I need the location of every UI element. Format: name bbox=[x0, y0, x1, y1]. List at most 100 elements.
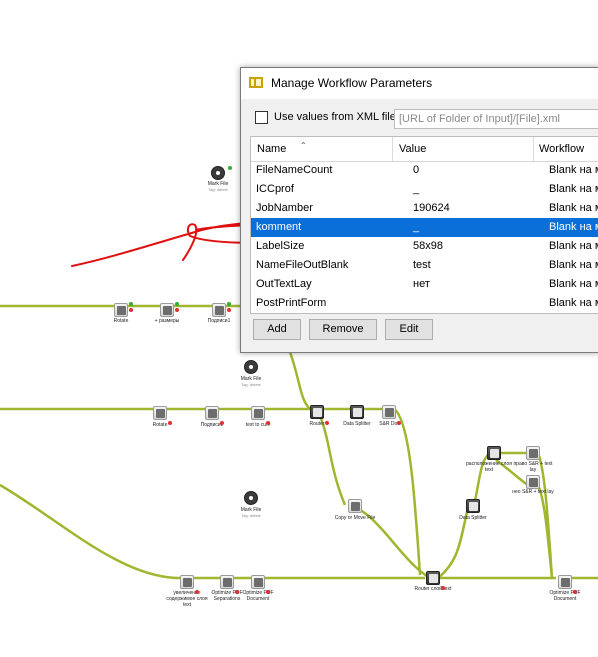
mark-file-node[interactable] bbox=[244, 491, 258, 505]
razmery-node[interactable] bbox=[160, 303, 174, 317]
param-name: JobNamber bbox=[256, 202, 313, 214]
use-xml-checkbox[interactable] bbox=[255, 111, 268, 124]
param-value: 0 bbox=[413, 164, 420, 176]
param-name: FileNameCount bbox=[256, 164, 333, 176]
error-port bbox=[129, 308, 133, 312]
node-label: право S&R + text lay bbox=[513, 461, 553, 473]
podpisi1-node[interactable] bbox=[212, 303, 226, 317]
table-row-selected[interactable]: komment _ Blank на м bbox=[251, 218, 598, 237]
ok-port bbox=[129, 302, 133, 306]
splitter-icon bbox=[469, 502, 478, 511]
param-workflow: Blank на м bbox=[549, 164, 598, 176]
action-icon bbox=[385, 408, 394, 417]
param-value: _ bbox=[413, 183, 420, 195]
param-workflow: Blank на м bbox=[549, 240, 598, 252]
manage-workflow-parameters-dialog: Manage Workflow Parameters Use values fr… bbox=[240, 67, 598, 353]
xml-row: Use values from XML file [URL of Folder … bbox=[255, 109, 598, 129]
splitter-icon bbox=[353, 408, 362, 417]
table-row[interactable]: NameFileOutBlank test Blank на м bbox=[251, 256, 598, 275]
error-port bbox=[175, 308, 179, 312]
data-splitter-node[interactable] bbox=[350, 405, 364, 419]
param-value: 190624 bbox=[413, 202, 450, 214]
param-workflow: Blank на м bbox=[549, 221, 598, 233]
param-workflow: Blank на м bbox=[549, 183, 598, 195]
copy-icon bbox=[351, 502, 360, 511]
node-label: text to curv bbox=[245, 422, 271, 428]
add-button[interactable]: Add bbox=[253, 319, 301, 340]
pravo-sr-node[interactable] bbox=[526, 446, 540, 460]
delete-layer-node[interactable] bbox=[180, 575, 194, 589]
ok-port bbox=[228, 166, 232, 170]
mark-file-node[interactable] bbox=[244, 360, 258, 374]
error-port bbox=[397, 421, 401, 425]
neo-sr-node[interactable] bbox=[526, 475, 540, 489]
router-icon bbox=[429, 574, 438, 583]
column-header-workflow[interactable]: Workflow bbox=[539, 143, 584, 155]
action-icon bbox=[254, 409, 263, 418]
error-port bbox=[573, 590, 577, 594]
optimize-document-node[interactable] bbox=[558, 575, 572, 589]
param-name: ICCprof bbox=[256, 183, 294, 195]
error-port bbox=[325, 421, 329, 425]
table-row[interactable]: LabelSize 58x98 Blank на м bbox=[251, 237, 598, 256]
table-row[interactable]: JobNamber 190624 Blank на м bbox=[251, 199, 598, 218]
dialog-title: Manage Workflow Parameters bbox=[271, 76, 433, 90]
node-label: Rotate bbox=[113, 318, 129, 324]
node-label: S&R Dot bbox=[379, 421, 399, 427]
xml-path-field[interactable]: [URL of Folder of Input]/[File].xml bbox=[394, 109, 598, 129]
rotate-node[interactable] bbox=[114, 303, 128, 317]
text-to-curv-node[interactable] bbox=[251, 406, 265, 420]
param-name: NameFileOutBlank bbox=[256, 259, 349, 271]
node-label: Data Splitter bbox=[459, 515, 487, 521]
sort-ascending-icon: ⌃ bbox=[300, 141, 307, 150]
node-sublabel: Tag: delete bbox=[208, 187, 228, 192]
optimize-document-node[interactable] bbox=[251, 575, 265, 589]
optimize-separations-node[interactable] bbox=[220, 575, 234, 589]
error-port bbox=[235, 590, 239, 594]
param-name: PostPrintForm bbox=[256, 297, 327, 309]
sr-dot-node[interactable] bbox=[382, 405, 396, 419]
data-splitter-node[interactable] bbox=[466, 499, 480, 513]
podpisi2-node[interactable] bbox=[205, 406, 219, 420]
remove-button[interactable]: Remove bbox=[309, 319, 377, 340]
param-value: нет bbox=[413, 278, 430, 290]
table-row[interactable]: FileNameCount 0 Blank на м bbox=[251, 161, 598, 180]
node-label: Optimize PDF Document bbox=[549, 590, 581, 602]
ok-port bbox=[227, 302, 231, 306]
router-node[interactable] bbox=[310, 405, 324, 419]
param-value: _ bbox=[413, 221, 420, 233]
node-label: Optimize PDF Document bbox=[242, 590, 274, 602]
column-header-name[interactable]: Name bbox=[257, 143, 286, 155]
dialog-titlebar[interactable]: Manage Workflow Parameters bbox=[241, 68, 598, 99]
column-header-value[interactable]: Value bbox=[399, 143, 426, 155]
param-name: OutTextLay bbox=[256, 278, 312, 290]
router-icon bbox=[313, 408, 322, 417]
mark-file-node[interactable] bbox=[211, 166, 225, 180]
node-sublabel: Tag: delete bbox=[241, 513, 261, 518]
node-label: нео S&R + text lay bbox=[512, 489, 554, 495]
node-label: Rotate bbox=[152, 422, 168, 428]
param-workflow: Blank на м bbox=[549, 278, 598, 290]
use-xml-label: Use values from XML file bbox=[274, 111, 396, 123]
edit-button[interactable]: Edit bbox=[385, 319, 433, 340]
action-icon bbox=[163, 306, 172, 315]
param-workflow: Blank на м bbox=[549, 259, 598, 271]
param-value: test bbox=[413, 259, 431, 271]
table-row[interactable]: PostPrintForm Blank на м bbox=[251, 294, 598, 313]
optimize-icon bbox=[254, 578, 263, 587]
param-name: LabelSize bbox=[256, 240, 305, 252]
router-node[interactable] bbox=[426, 571, 440, 585]
table-row[interactable]: ICCprof _ Blank на м bbox=[251, 180, 598, 199]
table-row[interactable]: OutTextLay нет Blank на м bbox=[251, 275, 598, 294]
action-icon bbox=[183, 578, 192, 587]
tag-icon bbox=[216, 171, 220, 175]
optimize-icon bbox=[561, 578, 570, 587]
param-value: 58x98 bbox=[413, 240, 443, 252]
error-port bbox=[195, 590, 199, 594]
node-label: расположение слоя text bbox=[466, 461, 512, 473]
node-label: Copy or Move File bbox=[334, 515, 376, 521]
action-icon bbox=[529, 449, 538, 458]
copy-move-node[interactable] bbox=[348, 499, 362, 513]
rotate-node[interactable] bbox=[153, 406, 167, 420]
rasp-text-node[interactable] bbox=[487, 446, 501, 460]
